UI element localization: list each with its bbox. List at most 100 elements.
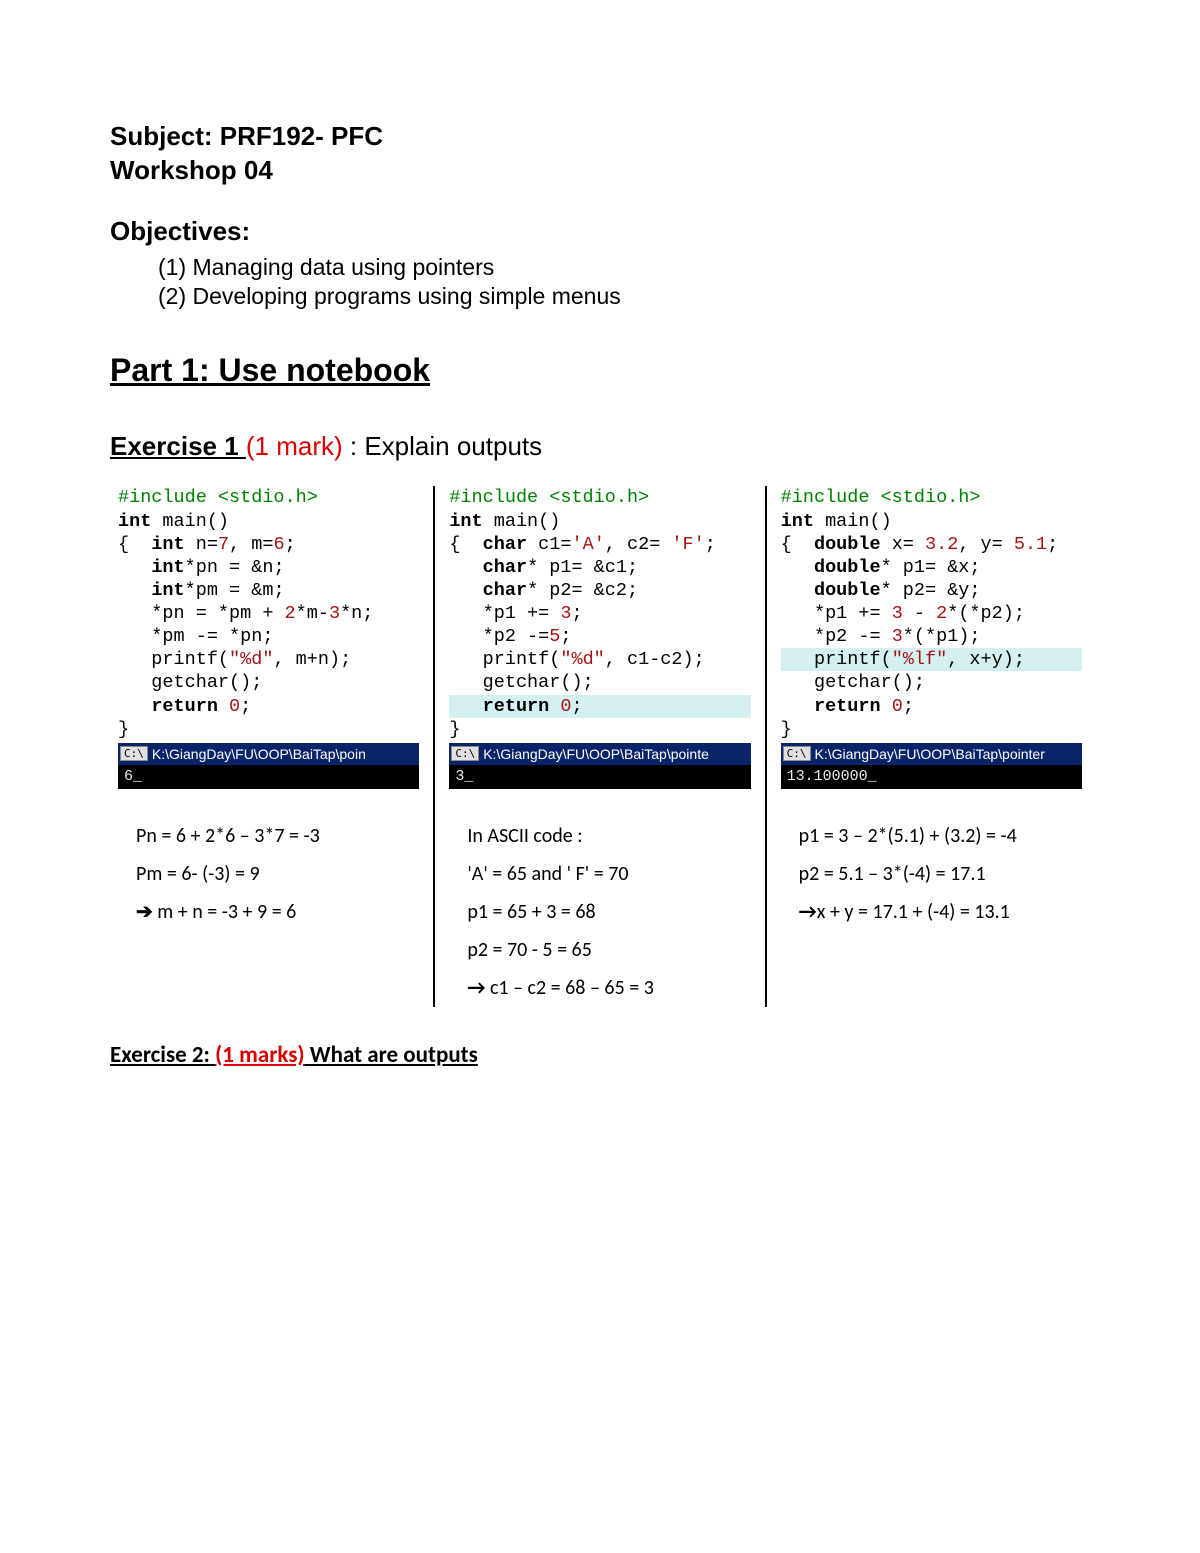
- exercise-1-label: Exercise 1: [110, 431, 246, 461]
- code-text: getchar();: [781, 672, 925, 693]
- column-2: #include <stdio.h> int main() { char c1=…: [441, 486, 758, 1006]
- code-text: *pn = &n;: [185, 557, 285, 578]
- arrow-icon: →: [799, 900, 817, 924]
- code-kw: double: [814, 557, 881, 578]
- code-text: getchar();: [118, 672, 262, 693]
- code-kw: return: [151, 696, 218, 717]
- code-text: n=: [185, 534, 218, 555]
- calc-text: c1 – c2 = 68 – 65 = 3: [485, 976, 653, 1000]
- console-title-text: K:\GiangDay\FU\OOP\BaiTap\pointe: [483, 746, 709, 762]
- exercise-1-desc: : Explain outputs: [343, 431, 542, 461]
- document-page: Subject: PRF192- PFC Workshop 04 Objecti…: [0, 0, 1200, 1149]
- code-text: [781, 557, 814, 578]
- subject-line-1: Subject: PRF192- PFC: [110, 120, 1090, 154]
- code-text: , x+y);: [947, 649, 1025, 670]
- code-text: ;: [1047, 534, 1058, 555]
- code-text: [118, 696, 151, 717]
- console-icon: C:\: [783, 746, 811, 761]
- code-kw: int: [781, 511, 814, 532]
- code-str: "%d": [560, 649, 604, 670]
- code-text: *(*p1);: [903, 626, 981, 647]
- code-text: [118, 557, 151, 578]
- code-text: *p2 -=: [449, 626, 549, 647]
- calc-block-2: In ASCII code : 'A' = 65 and ' F' = 70 p…: [449, 817, 750, 1007]
- highlighted-line: return 0;: [449, 695, 750, 718]
- code-str: "%lf": [892, 649, 948, 670]
- code-text: {: [781, 534, 814, 555]
- objectives-title: Objectives:: [110, 216, 1090, 247]
- three-column-layout: #include <stdio.h> int main() { int n=7,…: [110, 486, 1090, 1006]
- console-title-text: K:\GiangDay\FU\OOP\BaiTap\pointer: [815, 746, 1045, 762]
- calc-line: ➔ m + n = -3 + 9 = 6: [136, 893, 419, 931]
- code-text: ;: [285, 534, 296, 555]
- calc-block-3: p1 = 3 – 2*(5.1) + (3.2) = -4 p2 = 5.1 –…: [781, 817, 1082, 931]
- code-text: *p1 +=: [781, 603, 892, 624]
- code-num: 5: [549, 626, 560, 647]
- code-line: #include <stdio.h>: [449, 487, 649, 508]
- code-block-3: #include <stdio.h> int main() { double x…: [781, 486, 1082, 740]
- code-text: *p1 +=: [449, 603, 560, 624]
- console-icon: C:\: [120, 746, 148, 761]
- code-text: printf(: [449, 649, 560, 670]
- exercise-2-mark: (1 marks): [215, 1041, 304, 1069]
- code-kw: int: [118, 511, 151, 532]
- code-text: {: [449, 534, 482, 555]
- code-num: 5.1: [1014, 534, 1047, 555]
- code-text: printf(: [781, 649, 892, 670]
- exercise-2-rest: What are outputs: [305, 1041, 478, 1069]
- exercise-2-heading: Exercise 2: (1 marks) What are outputs: [110, 1041, 1090, 1069]
- code-line: #include <stdio.h>: [118, 487, 318, 508]
- code-num: 2: [285, 603, 296, 624]
- code-kw: char: [483, 534, 527, 555]
- code-text: , c1-c2);: [605, 649, 705, 670]
- code-kw: char: [483, 580, 527, 601]
- exercise-1-heading: Exercise 1 (1 mark) : Explain outputs: [110, 431, 1090, 462]
- code-text: * p2= &y;: [881, 580, 981, 601]
- calc-line: p1 = 65 + 3 = 68: [467, 893, 750, 931]
- part-1-title: Part 1: Use notebook: [110, 352, 1090, 389]
- arrow-icon: ➔: [136, 900, 153, 924]
- code-kw: double: [814, 580, 881, 601]
- code-kw: int: [151, 534, 184, 555]
- code-num: 3: [892, 626, 903, 647]
- calc-text: x + y = 17.1 + (-4) = 13.1: [817, 900, 1010, 924]
- calc-line: 'A' = 65 and ' F' = 70: [467, 855, 750, 893]
- code-num: 3.2: [925, 534, 958, 555]
- code-text: ;: [571, 603, 582, 624]
- code-num: 2: [936, 603, 947, 624]
- code-text: *p2 -=: [781, 626, 892, 647]
- column-1: #include <stdio.h> int main() { int n=7,…: [110, 486, 427, 1006]
- code-text: *pm -= *pn;: [118, 626, 273, 647]
- code-text: *(*p2);: [947, 603, 1025, 624]
- code-kw: return: [814, 696, 881, 717]
- console-output: 6_: [118, 765, 419, 789]
- code-text: [218, 696, 229, 717]
- code-text: , m=: [229, 534, 273, 555]
- code-text: *pn = *pm +: [118, 603, 285, 624]
- console-icon: C:\: [451, 746, 479, 761]
- code-num: 3: [892, 603, 903, 624]
- console-output: 3_: [449, 765, 750, 789]
- highlighted-line: printf("%lf", x+y);: [781, 648, 1082, 671]
- calc-text: m + n = -3 + 9 = 6: [153, 900, 297, 924]
- code-kw: int: [449, 511, 482, 532]
- code-text: }: [118, 719, 129, 740]
- code-text: [549, 696, 560, 717]
- calc-line: → c1 – c2 = 68 – 65 = 3: [467, 969, 750, 1007]
- console-titlebar: C:\ K:\GiangDay\FU\OOP\BaiTap\pointe: [449, 743, 750, 765]
- column-divider: [433, 486, 435, 1006]
- code-kw: int: [151, 580, 184, 601]
- calc-line: Pn = 6 + 2*6 – 3*7 = -3: [136, 817, 419, 855]
- code-text: {: [118, 534, 151, 555]
- code-kw: int: [151, 557, 184, 578]
- calc-line: →x + y = 17.1 + (-4) = 13.1: [799, 893, 1082, 931]
- code-text: main(): [814, 511, 892, 532]
- code-text: , c2=: [605, 534, 672, 555]
- console-title-text: K:\GiangDay\FU\OOP\BaiTap\poin: [152, 746, 366, 762]
- code-line: #include <stdio.h>: [781, 487, 981, 508]
- calc-block-1: Pn = 6 + 2*6 – 3*7 = -3 Pm = 6- (-3) = 9…: [118, 817, 419, 931]
- code-text: printf(: [118, 649, 229, 670]
- code-kw: double: [814, 534, 881, 555]
- subject-block: Subject: PRF192- PFC Workshop 04: [110, 120, 1090, 188]
- code-num: 3: [329, 603, 340, 624]
